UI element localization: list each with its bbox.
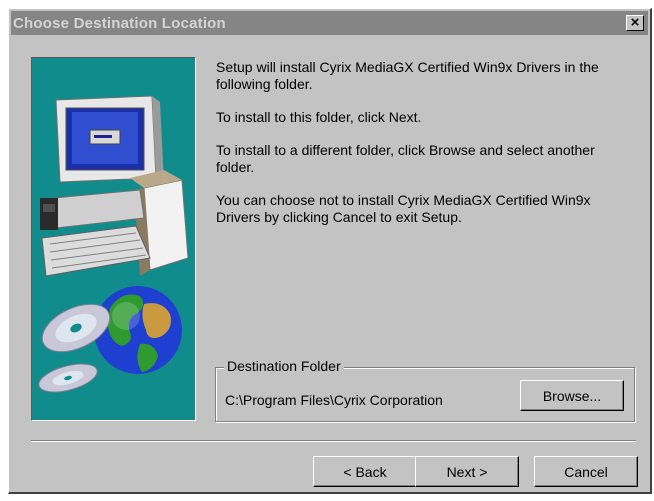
destination-folder-label: Destination Folder (224, 358, 344, 374)
close-icon: × (630, 14, 640, 31)
close-button[interactable]: × (626, 15, 644, 31)
instruction-paragraph: To install to a different folder, click … (216, 142, 595, 175)
instruction-paragraph: Setup will install Cyrix MediaGX Certifi… (216, 59, 599, 92)
separator (31, 440, 636, 442)
instruction-paragraph: To install to this folder, click Next. (216, 109, 422, 125)
instructions-text: Setup will install Cyrix MediaGX Certifi… (216, 59, 636, 242)
destination-path: C:\Program Files\Cyrix Corporation (225, 392, 443, 408)
instruction-paragraph: You can choose not to install Cyrix Medi… (216, 192, 591, 225)
browse-button-label: Browse... (542, 387, 602, 404)
next-button[interactable]: Next > (415, 456, 519, 487)
globe-icon (94, 286, 182, 374)
setup-dialog: Choose Destination Location × Setup will… (8, 8, 652, 494)
cancel-button[interactable]: Cancel (534, 456, 638, 487)
back-button-label: < Back (343, 463, 387, 480)
window-title: Choose Destination Location (13, 14, 226, 32)
destination-folder-group: Destination Folder C:\Program Files\Cyri… (215, 358, 635, 422)
computer-illustration (38, 95, 189, 393)
next-button-label: Next > (446, 463, 488, 480)
browse-button[interactable]: Browse... (520, 380, 624, 411)
cancel-button-label: Cancel (564, 463, 608, 480)
back-button[interactable]: < Back (313, 456, 417, 487)
title-bar[interactable]: Choose Destination Location × (11, 11, 648, 35)
setup-illustration (31, 57, 196, 421)
